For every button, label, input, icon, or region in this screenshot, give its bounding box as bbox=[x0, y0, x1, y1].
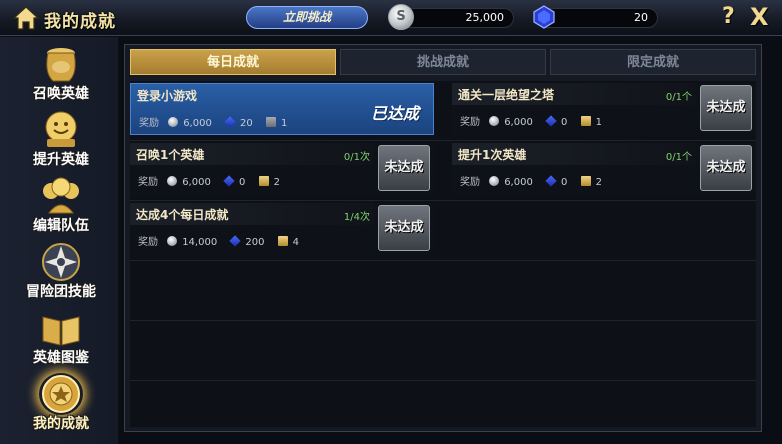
sidebar-item-label: 我的成就 bbox=[33, 416, 89, 432]
sidebar-item-adventure-skills[interactable]: 冒险团技能 bbox=[6, 239, 116, 303]
reward-silver: 6,000 bbox=[504, 117, 533, 128]
reward-row: 奖励 6,000 20 1 bbox=[139, 114, 297, 129]
achievement-card: 通关一层绝望之塔 0/1个 奖励 6,000 0 1 未达成 bbox=[452, 83, 756, 135]
medal-icon bbox=[39, 373, 83, 415]
not-achieved-button[interactable]: 未达成 bbox=[378, 145, 430, 191]
reward-gems: 0 bbox=[561, 177, 568, 188]
sidebar-item-label: 编辑队伍 bbox=[33, 218, 89, 234]
sidebar-item-summon-hero[interactable]: 召唤英雄 bbox=[6, 41, 116, 105]
compass-star-icon bbox=[39, 241, 83, 283]
achievement-title: 达成4个每日成就 bbox=[136, 208, 229, 222]
reward-row: 奖励 6,000 0 1 bbox=[460, 113, 612, 128]
achievement-card: 召唤1个英雄 0/1次 奖励 6,000 0 2 未达成 bbox=[130, 143, 434, 195]
card-title-bar: 通关一层绝望之塔 bbox=[452, 83, 696, 105]
page-title: 我的成就 bbox=[44, 12, 116, 32]
silver-coin-icon bbox=[168, 117, 179, 127]
book-icon bbox=[39, 307, 83, 349]
achievement-title: 通关一层绝望之塔 bbox=[458, 88, 555, 102]
sidebar-item-hero-codex[interactable]: 英雄图鉴 bbox=[6, 305, 116, 369]
exp-scroll-icon bbox=[580, 116, 591, 126]
reward-label: 奖励 bbox=[139, 118, 159, 129]
sidebar: 召唤英雄 提升英雄 编辑队伍 冒险团技能 英雄图鉴 我的成就 bbox=[0, 37, 120, 444]
not-achieved-button[interactable]: 未达成 bbox=[700, 145, 752, 191]
reward-label: 奖励 bbox=[460, 177, 480, 188]
tab-challenge[interactable]: 挑战成就 bbox=[340, 49, 546, 75]
achievement-progress: 0/1个 bbox=[665, 92, 692, 103]
reward-gems: 0 bbox=[239, 177, 246, 188]
achievement-card: 提升1次英雄 0/1个 奖励 6,000 0 2 未达成 bbox=[452, 143, 756, 195]
reward-label: 奖励 bbox=[460, 117, 480, 128]
reward-silver: 6,000 bbox=[182, 177, 211, 188]
not-achieved-button[interactable]: 未达成 bbox=[378, 205, 430, 251]
sidebar-item-my-achievements[interactable]: 我的成就 bbox=[6, 371, 116, 435]
tab-bar: 每日成就 挑战成就 限定成就 bbox=[130, 49, 756, 77]
reward-label: 奖励 bbox=[138, 177, 158, 188]
reward-label: 奖励 bbox=[138, 237, 158, 248]
silver-amount: 25,000 bbox=[465, 11, 505, 24]
gem-icon bbox=[223, 175, 235, 187]
card-title-bar: 登录小游戏 bbox=[131, 84, 375, 106]
achievement-progress: 0/1次 bbox=[343, 152, 370, 163]
reward-gems: 20 bbox=[240, 118, 253, 129]
silver-coin-icon bbox=[167, 176, 178, 186]
gem-icon bbox=[224, 116, 236, 128]
achievement-panel: 每日成就 挑战成就 限定成就 登录小游戏 奖励 6,000 20 1 已达成 通… bbox=[124, 44, 762, 432]
sidebar-item-upgrade-hero[interactable]: 提升英雄 bbox=[6, 107, 116, 171]
reward-silver: 6,000 bbox=[504, 177, 533, 188]
achievement-progress: 0/1个 bbox=[665, 152, 692, 163]
reward-gems: 200 bbox=[245, 237, 265, 248]
reward-gems: 0 bbox=[561, 117, 568, 128]
achievement-title: 召唤1个英雄 bbox=[136, 148, 205, 162]
tab-daily[interactable]: 每日成就 bbox=[130, 49, 336, 75]
gem-icon bbox=[229, 235, 242, 247]
sidebar-item-label: 英雄图鉴 bbox=[33, 350, 89, 366]
card-title-bar: 达成4个每日成就 bbox=[130, 203, 374, 225]
silver-coin-icon bbox=[489, 176, 500, 186]
achievement-grid: 登录小游戏 奖励 6,000 20 1 已达成 通关一层绝望之塔 0/1个 奖励… bbox=[130, 81, 756, 427]
achievement-card: 达成4个每日成就 1/4次 奖励 14,000 200 4 未达成 bbox=[130, 203, 434, 255]
reward-exp: 2 bbox=[595, 177, 602, 188]
sidebar-item-label: 提升英雄 bbox=[33, 152, 89, 168]
reward-row: 奖励 6,000 0 2 bbox=[138, 173, 290, 188]
challenge-now-button[interactable]: 立即挑战 bbox=[246, 6, 368, 29]
reward-silver: 14,000 bbox=[182, 237, 218, 248]
sidebar-item-label: 召唤英雄 bbox=[33, 86, 89, 102]
jar-icon bbox=[39, 43, 83, 85]
home-icon[interactable] bbox=[12, 5, 40, 31]
reward-exp: 4 bbox=[292, 237, 300, 248]
not-achieved-button[interactable]: 未达成 bbox=[700, 85, 752, 131]
card-title-bar: 召唤1个英雄 bbox=[130, 143, 374, 165]
level-up-icon bbox=[39, 109, 83, 151]
reward-exp: 1 bbox=[280, 118, 288, 129]
reward-silver: 6,000 bbox=[183, 118, 212, 129]
achievement-title: 登录小游戏 bbox=[137, 89, 198, 103]
achievement-progress: 1/4次 bbox=[343, 212, 370, 223]
tab-limited[interactable]: 限定成就 bbox=[550, 49, 756, 75]
exp-scroll-icon bbox=[265, 117, 276, 127]
gem-icon bbox=[545, 175, 557, 187]
reward-exp: 2 bbox=[273, 177, 280, 188]
reward-row: 奖励 6,000 0 2 bbox=[460, 173, 612, 188]
close-icon[interactable]: X bbox=[750, 4, 774, 30]
help-icon[interactable]: ? bbox=[722, 4, 742, 30]
gem-amount: 20 bbox=[634, 11, 648, 24]
reward-row: 奖励 14,000 200 4 bbox=[138, 233, 309, 248]
exp-scroll-icon bbox=[277, 236, 288, 246]
reward-exp: 1 bbox=[595, 117, 602, 128]
silver-coin-icon bbox=[489, 116, 500, 126]
sidebar-item-label: 冒险团技能 bbox=[26, 284, 96, 300]
achievement-title: 提升1次英雄 bbox=[458, 148, 527, 162]
exp-scroll-icon bbox=[258, 176, 269, 186]
sidebar-item-edit-team[interactable]: 编辑队伍 bbox=[6, 173, 116, 237]
team-icon bbox=[39, 175, 83, 217]
achieved-label: 已达成 bbox=[370, 104, 419, 123]
top-bar: 我的成就 立即挑战 S 25,000 20 ? X bbox=[0, 0, 782, 36]
card-title-bar: 提升1次英雄 bbox=[452, 143, 696, 165]
silver-coin-icon bbox=[167, 236, 178, 246]
achievement-card: 登录小游戏 奖励 6,000 20 1 已达成 bbox=[130, 83, 434, 135]
exp-scroll-icon bbox=[580, 176, 591, 186]
gem-icon bbox=[545, 115, 557, 127]
